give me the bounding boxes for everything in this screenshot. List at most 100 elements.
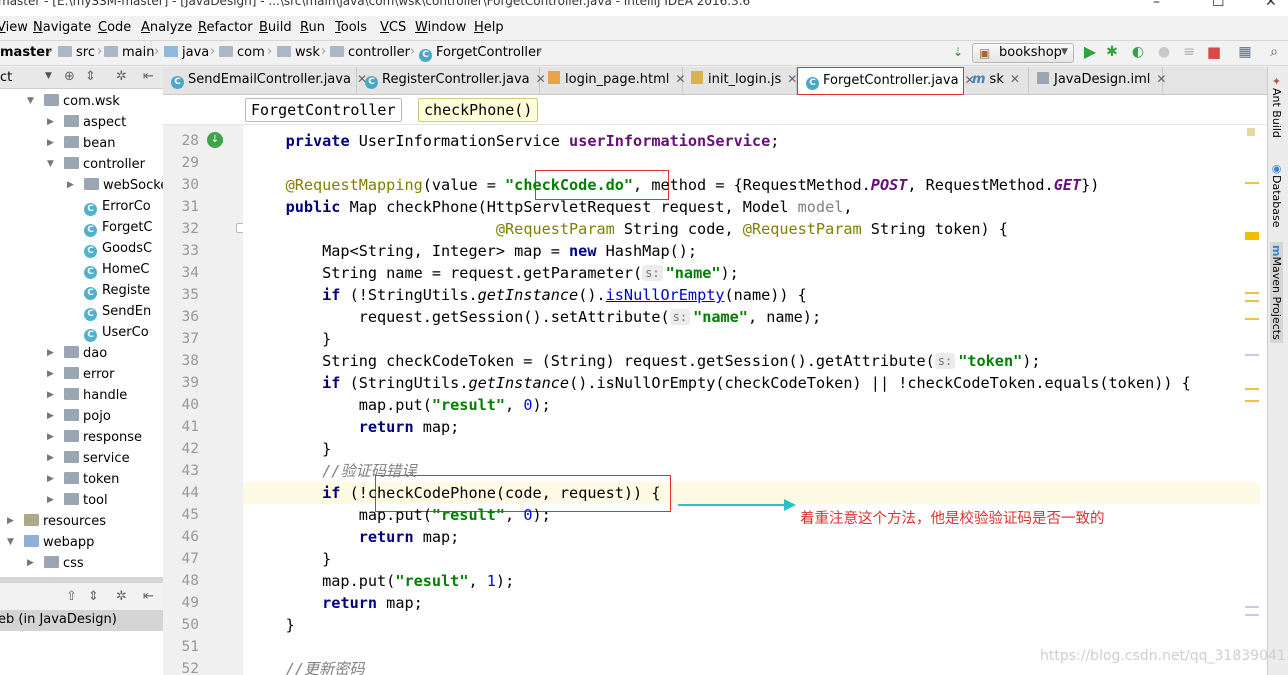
- stop-icon[interactable]: ■: [1206, 44, 1222, 60]
- expanded-arrow-icon[interactable]: ▼: [7, 532, 14, 553]
- tree-item-bean[interactable]: ▶ bean: [0, 133, 163, 154]
- collapsed-arrow-icon[interactable]: ▶: [47, 343, 54, 364]
- close-tab-icon[interactable]: ✕: [1156, 72, 1166, 86]
- tab-sk[interactable]: m sk ✕: [964, 67, 1029, 94]
- close-tab-icon[interactable]: ✕: [787, 72, 797, 86]
- breadcrumb-controller[interactable]: controller: [330, 45, 410, 60]
- error-stripe[interactable]: [1260, 125, 1267, 675]
- tree-item-controller[interactable]: ▼ controller: [0, 154, 163, 175]
- maximize-icon[interactable]: ☐: [1212, 0, 1225, 10]
- menu-view[interactable]: View: [0, 20, 28, 35]
- panel-divider[interactable]: [0, 577, 163, 583]
- menu-code[interactable]: Code: [98, 20, 131, 35]
- collapsed-arrow-icon[interactable]: ▶: [47, 406, 54, 427]
- tree-item-errorco[interactable]: C ErrorCo: [0, 196, 163, 217]
- tree-item-resources[interactable]: ▶ resources: [0, 511, 163, 532]
- search-everywhere-icon[interactable]: ⌕: [1266, 44, 1282, 60]
- tool-database[interactable]: ◉Database: [1270, 162, 1283, 228]
- breadcrumb-com[interactable]: com: [219, 45, 265, 60]
- tree-item-error[interactable]: ▶ error: [0, 364, 163, 385]
- collapsed-arrow-icon[interactable]: ▶: [47, 469, 54, 490]
- warning-marker[interactable]: [1245, 300, 1259, 302]
- tab-registercontroller[interactable]: C RegisterController.java ✕: [357, 67, 546, 94]
- breadcrumb-wsk[interactable]: wsk: [277, 45, 320, 60]
- implemented-method-icon[interactable]: ↓: [207, 132, 223, 148]
- gear-icon[interactable]: ✲: [116, 69, 127, 84]
- tree-item-css[interactable]: ▶ css: [0, 553, 163, 574]
- project-structure-icon[interactable]: ▦: [1237, 44, 1253, 60]
- editor-crumb-class[interactable]: ForgetController: [245, 98, 402, 122]
- collapsed-arrow-icon[interactable]: ▶: [47, 427, 54, 448]
- tree-item-dao[interactable]: ▶ dao: [0, 343, 163, 364]
- scroll-from-source-icon[interactable]: ⊕: [64, 69, 75, 84]
- tree-item-registe[interactable]: C Registe: [0, 280, 163, 301]
- vcs-update-icon[interactable]: ⇣: [950, 44, 966, 60]
- menu-refactor[interactable]: Refactor: [198, 20, 253, 35]
- project-view-label[interactable]: ct: [0, 70, 12, 85]
- tab-javadesign-iml[interactable]: JavaDesign.iml ✕: [1029, 67, 1166, 94]
- tab-login-page[interactable]: login_page.html ✕: [540, 67, 685, 94]
- coverage-icon[interactable]: ◐: [1130, 44, 1146, 60]
- collapsed-arrow-icon[interactable]: ▶: [7, 511, 14, 532]
- collapsed-arrow-icon[interactable]: ▶: [47, 490, 54, 511]
- menu-build[interactable]: Build: [259, 20, 292, 35]
- collapsed-arrow-icon[interactable]: ▶: [27, 553, 34, 574]
- tree-item-response[interactable]: ▶ response: [0, 427, 163, 448]
- menu-window[interactable]: Window: [415, 20, 466, 35]
- tree-item-tool[interactable]: ▶ tool: [0, 490, 163, 511]
- collapsed-arrow-icon[interactable]: ▶: [47, 364, 54, 385]
- menu-navigate[interactable]: Navigate: [33, 20, 91, 35]
- close-window-icon[interactable]: ✕: [1265, 0, 1277, 10]
- menu-analyze[interactable]: Analyze: [141, 20, 192, 35]
- tab-sendemailcontroller[interactable]: C SendEmailController.java ✕: [163, 67, 367, 94]
- collapsed-arrow-icon[interactable]: ▶: [67, 175, 74, 196]
- run-configuration-select[interactable]: ▣ bookshop ▼: [972, 43, 1074, 63]
- expanded-arrow-icon[interactable]: ▼: [27, 91, 34, 112]
- menu-run[interactable]: Run: [300, 20, 325, 35]
- tree-item-userco[interactable]: C UserCo: [0, 322, 163, 343]
- warning-marker[interactable]: [1245, 318, 1259, 320]
- usage-marker[interactable]: [1245, 614, 1259, 616]
- tree-item-aspect[interactable]: ▶ aspect: [0, 112, 163, 133]
- gear-icon[interactable]: ✲: [116, 589, 127, 604]
- usage-marker[interactable]: [1245, 606, 1259, 608]
- chevron-down-icon[interactable]: ▼: [45, 71, 52, 81]
- close-tab-icon[interactable]: ✕: [1010, 72, 1020, 86]
- warning-marker[interactable]: [1245, 388, 1259, 390]
- tool-maven-projects[interactable]: mMaven Projects: [1270, 242, 1283, 343]
- collapsed-arrow-icon[interactable]: ▶: [47, 448, 54, 469]
- breadcrumb-forgetcontroller[interactable]: C ForgetController: [419, 45, 541, 62]
- tree-item-websocke[interactable]: ▶ webSocke: [0, 175, 163, 196]
- tree-item-webapp[interactable]: ▼ webapp: [0, 532, 163, 553]
- selected-web-facet[interactable]: eb (in JavaDesign): [0, 610, 163, 631]
- tab-forgetcontroller[interactable]: C ForgetController.java ✕: [797, 67, 975, 95]
- warning-marker[interactable]: [1245, 292, 1259, 294]
- inspection-status-icon[interactable]: [1247, 128, 1255, 136]
- breadcrumb-java[interactable]: java: [164, 45, 209, 60]
- tree-item-senden[interactable]: C SendEn: [0, 301, 163, 322]
- tree-item-homec[interactable]: C HomeC: [0, 259, 163, 280]
- build-icon[interactable]: ≡: [1181, 44, 1197, 60]
- tree-item-handle[interactable]: ▶ handle: [0, 385, 163, 406]
- collapsed-arrow-icon[interactable]: ▶: [47, 385, 54, 406]
- hide-panel-icon[interactable]: ⇤: [143, 69, 154, 84]
- breadcrumb-main[interactable]: main: [104, 45, 154, 60]
- tree-item-goodsc[interactable]: C GoodsC: [0, 238, 163, 259]
- run-icon[interactable]: ▶: [1082, 44, 1098, 60]
- tree-item-com-wsk[interactable]: ▼ com.wsk: [0, 91, 163, 112]
- tool-ant-build[interactable]: ✦Ant Build: [1270, 75, 1283, 138]
- breadcrumb-master[interactable]: master: [0, 45, 52, 60]
- minimize-icon[interactable]: –: [1153, 0, 1160, 10]
- tab-init-login[interactable]: init_login.js ✕: [683, 67, 797, 94]
- collapse-all-icon[interactable]: ⇕: [85, 69, 96, 84]
- tree-item-pojo[interactable]: ▶ pojo: [0, 406, 163, 427]
- code-editor[interactable]: private UserInformationService userInfor…: [243, 125, 1260, 675]
- editor-crumb-method[interactable]: checkPhone(): [418, 98, 539, 122]
- expand-icon[interactable]: ⇧: [66, 589, 77, 604]
- breadcrumb-src[interactable]: src: [58, 45, 95, 60]
- collapsed-arrow-icon[interactable]: ▶: [47, 112, 54, 133]
- warning-marker[interactable]: [1245, 232, 1259, 240]
- expanded-arrow-icon[interactable]: ▼: [47, 154, 54, 175]
- tree-item-service[interactable]: ▶ service: [0, 448, 163, 469]
- tree-item-forgetc[interactable]: C ForgetC: [0, 217, 163, 238]
